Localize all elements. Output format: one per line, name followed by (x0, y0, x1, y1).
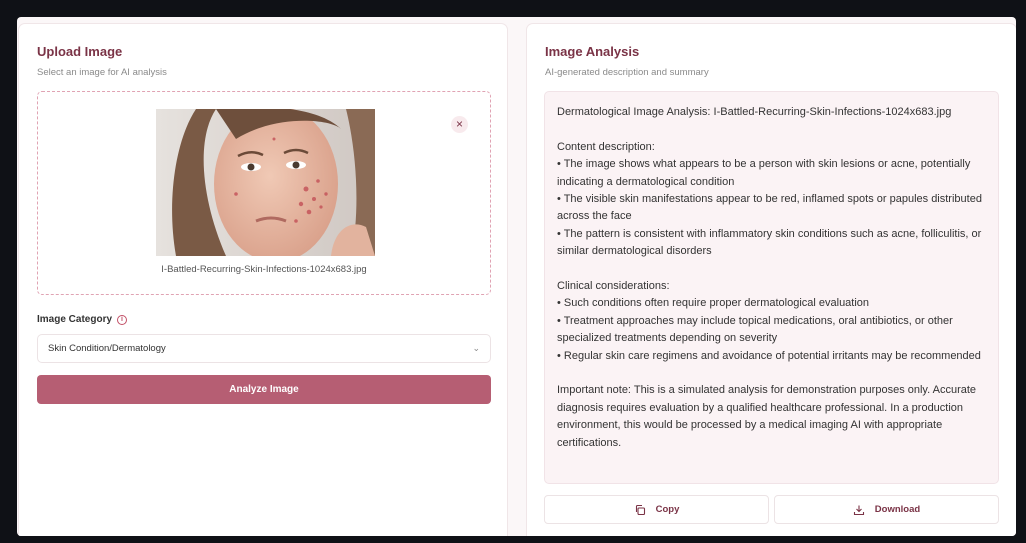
analysis-line: • Such conditions often require proper d… (557, 297, 870, 310)
analysis-line: Content description: (557, 140, 655, 153)
image-category-value: Skin Condition/Dermatology (48, 343, 166, 354)
download-button[interactable]: Download (774, 495, 999, 524)
info-icon[interactable]: i (117, 314, 128, 325)
upload-title: Upload Image (37, 44, 123, 59)
analysis-panel: Image Analysis AI-generated description … (527, 24, 1016, 536)
analysis-line: Important note: This is a simulated anal… (557, 384, 980, 449)
image-category-text: Image Category (37, 314, 113, 325)
download-icon (853, 505, 864, 515)
uploaded-filename: I-Battled-Recurring-Skin-Infections-1024… (161, 264, 367, 275)
copy-label: Copy (655, 504, 680, 515)
analysis-spacer (557, 261, 986, 278)
analysis-spacer (557, 121, 986, 138)
image-category-label: Image Category i (37, 314, 128, 325)
image-category-select[interactable]: Skin Condition/Dermatology ⌄ (37, 334, 491, 363)
analysis-line: • Regular skin care regimens and avoidan… (557, 349, 981, 362)
analysis-line: Dermatological Image Analysis: I-Battled… (557, 106, 952, 118)
copy-icon (635, 504, 645, 515)
analysis-line: • The image shows what appears to be a p… (557, 158, 974, 188)
analysis-title: Image Analysis (545, 44, 640, 59)
analysis-subtitle: AI-generated description and summary (545, 67, 709, 78)
analysis-spacer (557, 365, 986, 382)
image-dropzone[interactable]: I-Battled-Recurring-Skin-Infections-1024… (37, 91, 491, 295)
chevron-down-icon: ⌄ (472, 343, 480, 353)
upload-subtitle: Select an image for AI analysis (37, 67, 167, 78)
app-frame: Upload Image Select an image for AI anal… (17, 17, 1016, 536)
upload-panel: Upload Image Select an image for AI anal… (19, 24, 507, 536)
analysis-line: • The pattern is consistent with inflamm… (557, 227, 985, 258)
analyze-image-button[interactable]: Analyze Image (37, 375, 491, 404)
analysis-line: Clinical considerations: (557, 280, 670, 293)
uploaded-image-preview (156, 109, 375, 256)
analysis-result-text: Dermatological Image Analysis: I-Battled… (544, 91, 999, 484)
remove-image-button[interactable]: × (451, 116, 468, 133)
close-icon: × (455, 117, 463, 131)
download-label: Download (874, 504, 921, 515)
analysis-line: • Treatment approaches may include topic… (557, 314, 956, 345)
analysis-line: • The visible skin manifestations appear… (557, 193, 986, 223)
copy-button[interactable]: Copy (544, 495, 769, 524)
